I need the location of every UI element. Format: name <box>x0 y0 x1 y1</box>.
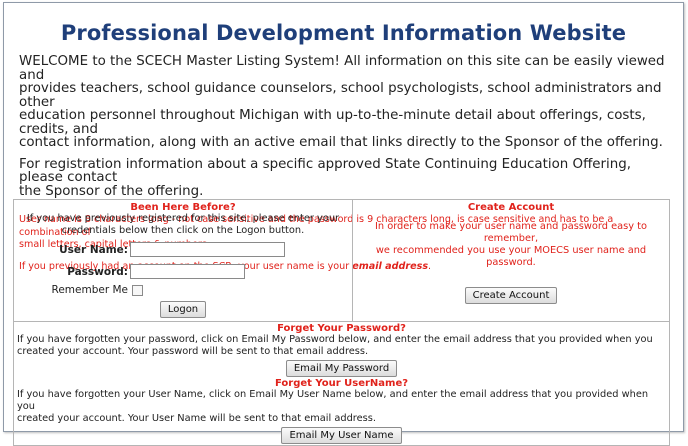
account-table: Been Here Before? If you have previously… <box>13 199 670 446</box>
remember-row: Remember Me <box>18 284 348 296</box>
password-label: Password: <box>67 265 128 278</box>
username-label: User Name: <box>59 243 128 256</box>
forgot-username-text-line: created your account. Your User Name wil… <box>17 413 376 424</box>
welcome-line: contact information, along with an activ… <box>19 135 663 150</box>
forgot-password-text: If you have forgotten your password, cli… <box>17 334 666 358</box>
welcome-line: education personnel throughout Michigan … <box>19 108 646 137</box>
login-panel: Been Here Before? If you have previously… <box>13 199 353 322</box>
email-my-username-button[interactable]: Email My User Name <box>281 427 402 444</box>
username-row: User Name: <box>18 242 348 257</box>
welcome-paragraph: WELCOME to the SCECH Master Listing Syst… <box>19 55 671 150</box>
page-title: Professional Development Information Web… <box>60 21 627 45</box>
password-row: Password: <box>18 264 348 279</box>
forgot-password-text-line: created your account. Your password will… <box>17 346 369 357</box>
forgot-row: Forget Your Password? If you have forgot… <box>13 321 670 446</box>
forgot-password-heading: Forget Your Password? <box>277 323 406 334</box>
password-input[interactable] <box>130 264 245 279</box>
create-account-panel: Create Account In order to make your use… <box>352 199 670 322</box>
create-account-text-line: In order to make your user name and pass… <box>375 221 647 244</box>
forgot-panel: Forget Your Password? If you have forgot… <box>13 321 670 446</box>
registration-line: the Sponsor of the offering. <box>19 183 204 199</box>
email-password-button-wrap: Email My Password <box>17 360 666 377</box>
login-row: Been Here Before? If you have previously… <box>13 199 670 322</box>
welcome-line: WELCOME to the SCECH Master Listing Syst… <box>19 54 665 83</box>
login-instructions: If you have previously registered for th… <box>18 213 348 237</box>
remember-label: Remember Me <box>51 284 129 296</box>
email-username-button-wrap: Email My User Name <box>17 427 666 444</box>
logon-button[interactable]: Logon <box>159 301 207 318</box>
login-instructions-line: If you have previously registered for th… <box>26 213 340 224</box>
email-my-password-button[interactable]: Email My Password <box>285 360 398 377</box>
create-account-heading: Create Account <box>467 202 555 213</box>
forgot-username-text: If you have forgotten your User Name, cl… <box>17 389 666 425</box>
welcome-line: provides teachers, school guidance couns… <box>19 81 662 110</box>
registration-paragraph: For registration information about a spe… <box>19 156 671 199</box>
create-account-button-wrap: Create Account <box>359 287 663 304</box>
forgot-password-text-line: If you have forgotten your password, cli… <box>17 334 653 345</box>
username-input[interactable] <box>130 242 285 257</box>
logon-button-wrap: Logon <box>18 301 348 318</box>
remember-me-checkbox[interactable] <box>132 284 143 296</box>
forgot-username-heading: Forget Your UserName? <box>274 378 409 389</box>
create-account-button[interactable]: Create Account <box>464 287 558 304</box>
login-heading: Been Here Before? <box>130 202 236 213</box>
create-account-text-line: we recommended you use your MOECS user n… <box>375 245 647 268</box>
create-account-text: In order to make your user name and pass… <box>359 221 663 269</box>
registration-line: For registration information about a spe… <box>19 156 631 185</box>
login-instructions-line: credentials below then click on the Logo… <box>61 225 305 236</box>
forgot-username-text-line: If you have forgotten your User Name, cl… <box>17 389 649 412</box>
